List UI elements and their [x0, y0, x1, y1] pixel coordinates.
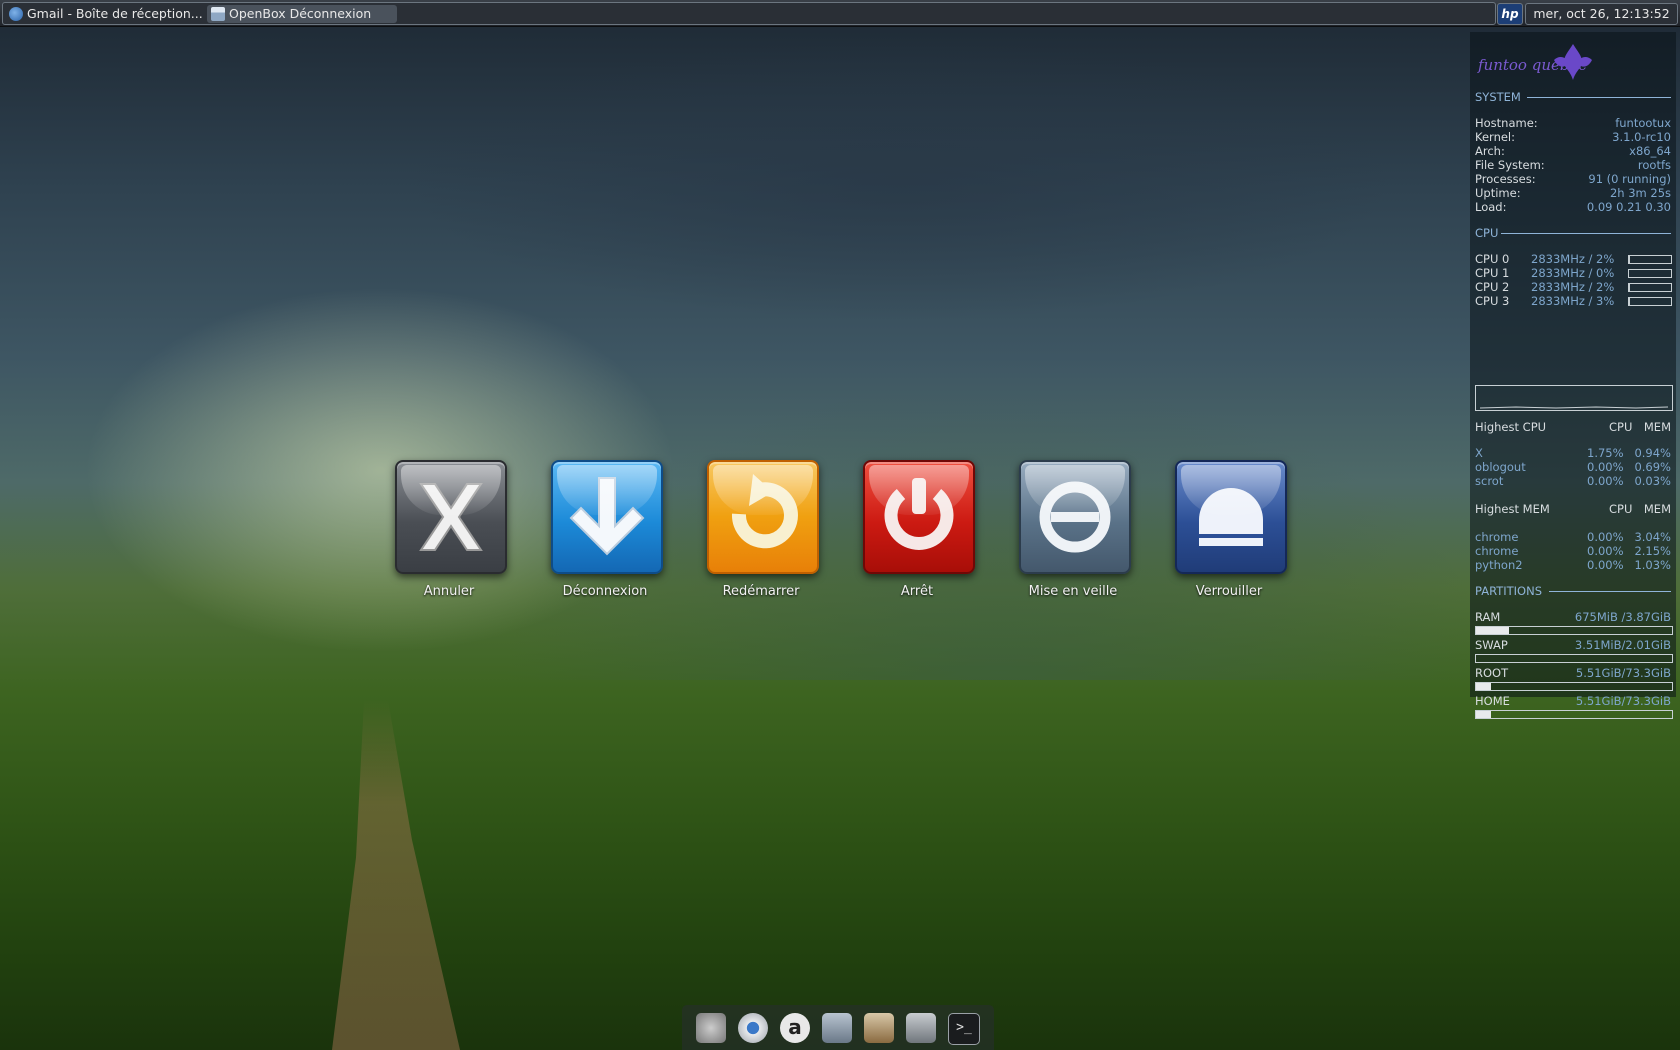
process-row: scrot 0.00% 0.03%: [1475, 474, 1671, 488]
partition-bar: [1475, 626, 1673, 635]
restart-label: Redémarrer: [722, 584, 800, 599]
power-icon: [863, 460, 975, 574]
clock[interactable]: mer, oct 26, 12:13:52: [1525, 3, 1678, 25]
partition-row: RAM 675MiB /3.87GiB: [1475, 610, 1671, 624]
highest-mem-header: Highest MEM CPU MEM: [1475, 502, 1671, 516]
lock-button[interactable]: Verrouiller: [1164, 460, 1287, 610]
process-row: oblogout 0.00% 0.69%: [1475, 460, 1671, 474]
terminal-icon[interactable]: >_: [948, 1013, 980, 1045]
cpu-graph: [1475, 385, 1673, 411]
cancel-button[interactable]: Annuler: [384, 460, 507, 610]
system-row: Load: 0.09 0.21 0.30: [1475, 200, 1671, 214]
cpu-bar: [1628, 283, 1672, 292]
app-a-icon[interactable]: a: [780, 1013, 810, 1043]
dock: a >_: [682, 1005, 994, 1050]
hp-tray-icon[interactable]: hp: [1497, 3, 1523, 25]
partition-row: HOME 5.51GiB/73.3GiB: [1475, 694, 1671, 708]
system-row: Arch: x86_64: [1475, 144, 1671, 158]
archive-icon[interactable]: [864, 1013, 894, 1043]
system-row: Uptime: 2h 3m 25s: [1475, 186, 1671, 200]
top-taskbar: Gmail - Boîte de réception... OpenBox Dé…: [0, 0, 1680, 27]
chrome-icon: [9, 7, 23, 21]
restart-button[interactable]: Redémarrer: [696, 460, 819, 610]
users-icon[interactable]: [822, 1013, 852, 1043]
task-label: OpenBox Déconnexion: [229, 6, 372, 21]
system-row: File System: rootfs: [1475, 158, 1671, 172]
partition-bar: [1475, 710, 1673, 719]
window-icon: [211, 7, 225, 21]
system-row: Kernel: 3.1.0-rc10: [1475, 130, 1671, 144]
task-list: Gmail - Boîte de réception... OpenBox Dé…: [2, 2, 1496, 25]
logout-button[interactable]: Déconnexion: [540, 460, 663, 610]
cpu-row: CPU 2 2833MHz / 2%: [1475, 280, 1672, 294]
logout-label: Déconnexion: [562, 584, 648, 599]
shutdown-label: Arrêt: [900, 584, 934, 599]
suspend-button[interactable]: Mise en veille: [1008, 460, 1131, 610]
system-row: Processes: 91 (0 running): [1475, 172, 1671, 186]
suspend-label: Mise en veille: [1028, 584, 1118, 599]
process-row: X 1.75% 0.94%: [1475, 446, 1671, 460]
task-label: Gmail - Boîte de réception...: [27, 6, 203, 21]
partition-bar: [1475, 654, 1673, 663]
camera-icon[interactable]: [906, 1013, 936, 1043]
funtoo-quebec-logo: funtoo quebec: [1477, 44, 1592, 80]
system-row: Hostname: funtootux: [1475, 116, 1671, 130]
process-row: python2 0.00% 1.03%: [1475, 558, 1671, 572]
highest-cpu-header: Highest CPU CPU MEM: [1475, 420, 1671, 434]
section-cpu: CPU: [1475, 226, 1671, 240]
conky-panel: funtoo quebec SYSTEM Hostname: funtootux …: [1470, 32, 1676, 719]
task-openbox-logout[interactable]: OpenBox Déconnexion: [207, 5, 397, 23]
section-system: SYSTEM: [1475, 90, 1671, 104]
background-path: [332, 700, 460, 1050]
lock-icon: [1175, 460, 1287, 574]
shutdown-button[interactable]: Arrêt: [852, 460, 975, 610]
task-gmail[interactable]: Gmail - Boîte de réception...: [5, 5, 223, 23]
funtoo-icon[interactable]: [696, 1013, 726, 1043]
restart-icon: [707, 460, 819, 574]
cpu-row: CPU 3 2833MHz / 3%: [1475, 294, 1672, 308]
cpu-bar: [1628, 255, 1672, 264]
cancel-icon: [395, 460, 507, 574]
suspend-icon: [1019, 460, 1131, 574]
partition-row: SWAP 3.51MiB/2.01GiB: [1475, 638, 1671, 652]
logout-arrow-icon: [551, 460, 663, 574]
cpu-row: CPU 0 2833MHz / 2%: [1475, 252, 1672, 266]
chrome-icon[interactable]: [738, 1013, 768, 1043]
process-row: chrome 0.00% 2.15%: [1475, 544, 1671, 558]
lock-label: Verrouiller: [1195, 584, 1263, 599]
section-partitions: PARTITIONS: [1475, 584, 1671, 598]
partition-bar: [1475, 682, 1673, 691]
partition-row: ROOT 5.51GiB/73.3GiB: [1475, 666, 1671, 680]
cpu-bar: [1628, 297, 1672, 306]
cancel-label: Annuler: [423, 584, 475, 599]
process-row: chrome 0.00% 3.04%: [1475, 530, 1671, 544]
cpu-bar: [1628, 269, 1672, 278]
cpu-row: CPU 1 2833MHz / 0%: [1475, 266, 1672, 280]
